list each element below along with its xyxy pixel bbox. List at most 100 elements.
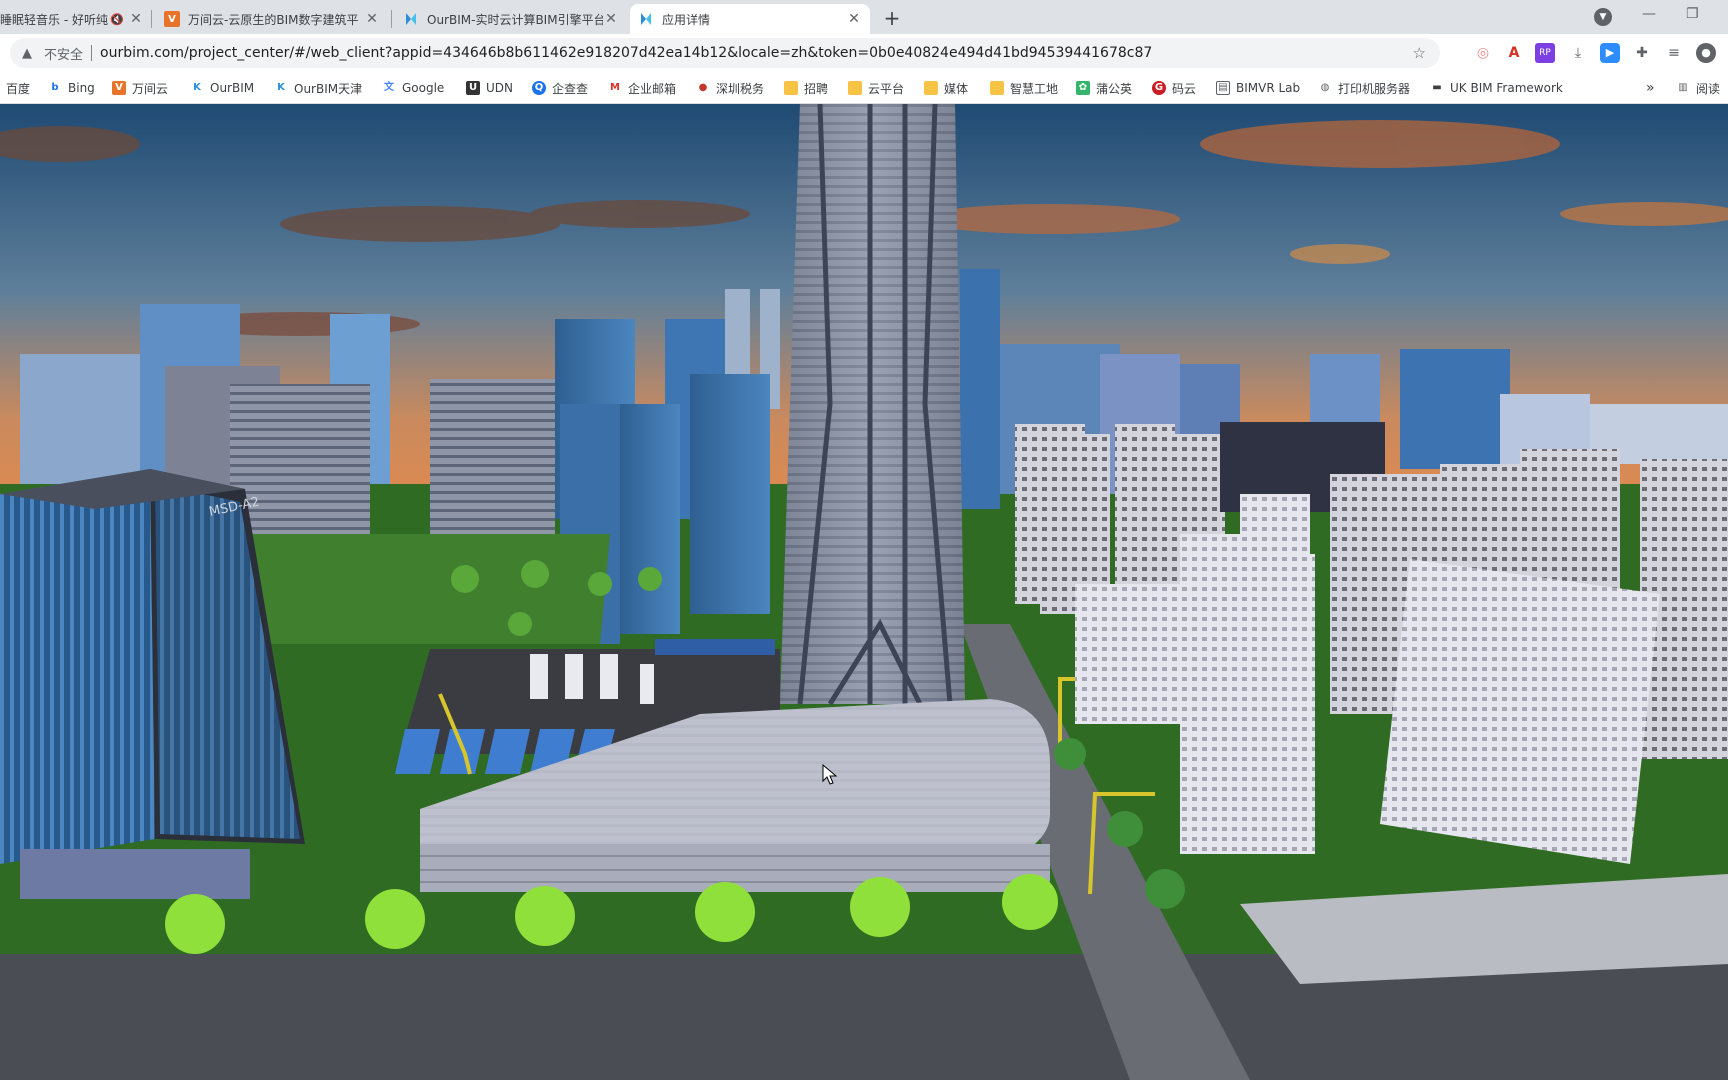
minimize-icon[interactable]: — xyxy=(1642,6,1656,22)
folder-icon xyxy=(924,81,938,95)
maximize-icon[interactable]: ❐ xyxy=(1686,6,1699,22)
bookmark-enterprise-mail[interactable]: M 企业邮箱 xyxy=(608,79,676,97)
bookmark-label: 万间云 xyxy=(132,81,169,96)
reading-list-label: 阅读 xyxy=(1696,81,1721,96)
bookmark-printer-server[interactable]: ◍ 打印机服务器 xyxy=(1318,79,1410,97)
bookmark-label: 云平台 xyxy=(868,81,905,96)
bookmark-label: 智慧工地 xyxy=(1010,81,1059,96)
bookmark-label: 打印机服务器 xyxy=(1338,81,1411,96)
close-tab-icon[interactable]: ✕ xyxy=(364,11,380,27)
new-tab-button[interactable]: + xyxy=(880,6,904,30)
page-icon: ▤ xyxy=(1216,81,1230,95)
bing-icon: b xyxy=(51,82,59,93)
folder-icon xyxy=(848,81,862,95)
bookmark-label: 深圳税务 xyxy=(716,81,765,96)
cat-extension-icon[interactable]: ◎ xyxy=(1473,43,1493,63)
bookmark-label: UK BIM Framework xyxy=(1450,81,1563,95)
city-scene[interactable]: MSD-A2 xyxy=(0,104,1728,1080)
bookmark-star-icon[interactable]: ☆ xyxy=(1413,44,1426,62)
tab-separator xyxy=(151,10,152,28)
warning-icon[interactable]: ▲ xyxy=(22,46,38,61)
globe-icon: ◍ xyxy=(1320,82,1330,93)
bookmark-label: OurBIM天津 xyxy=(294,81,363,96)
park xyxy=(250,534,610,644)
pgy-icon: ✿ xyxy=(1076,81,1090,95)
bookmark-label: 码云 xyxy=(1172,81,1197,96)
url-text[interactable]: ourbim.com/project_center/#/web_client?a… xyxy=(100,45,1152,61)
tab-wanjianyun[interactable]: V 万间云-云原生的BIM数字建筑平 ✕ xyxy=(156,4,388,34)
speaker-mute-icon[interactable]: 🔇 xyxy=(110,13,124,26)
tab-title: 应用详情 xyxy=(662,12,711,27)
page-icon: ▬ xyxy=(1432,82,1442,93)
bookmark-ourbim-tianjin[interactable]: K OurBIM天津 xyxy=(274,79,362,97)
bookmark-wanjianyun[interactable]: V 万间云 xyxy=(112,79,168,97)
download-icon[interactable]: ⤓ xyxy=(1568,43,1588,63)
ourbim-icon: K xyxy=(193,82,201,93)
zoom-extension-icon[interactable]: ▶ xyxy=(1600,43,1620,63)
bookmark-folder-cloud[interactable]: 云平台 xyxy=(848,79,904,97)
url-separator xyxy=(91,45,93,61)
tab-music[interactable]: 睡眠轻音乐 - 好听纯 🔇 ✕ xyxy=(0,4,152,34)
puzzle-extensions-icon[interactable]: ✚ xyxy=(1632,43,1652,63)
tax-icon: ● xyxy=(698,82,708,93)
tab-title: OurBIM-实时云计算BIM引擎平台 xyxy=(427,12,603,27)
ourbim-icon xyxy=(403,11,419,27)
xd-extension-icon[interactable]: RP xyxy=(1535,43,1555,63)
ourbim-icon xyxy=(638,11,654,27)
bookmark-ourbim[interactable]: K OurBIM xyxy=(190,79,254,97)
gitee-icon: G xyxy=(1152,81,1166,95)
tab-ourbim[interactable]: OurBIM-实时云计算BIM引擎平台 ✕ xyxy=(395,4,627,34)
profile-avatar-icon[interactable]: ● xyxy=(1696,43,1716,63)
bookmark-folder-recruit[interactable]: 招聘 xyxy=(784,79,828,97)
media-control-icon[interactable]: ≡ xyxy=(1664,43,1684,63)
qichacha-icon: Q xyxy=(532,81,546,95)
close-tab-icon[interactable]: ✕ xyxy=(846,11,862,27)
close-tab-icon[interactable]: ✕ xyxy=(603,11,619,27)
folder-icon xyxy=(784,81,798,95)
bookmark-bing[interactable]: b Bing xyxy=(48,79,95,97)
tab-separator xyxy=(391,10,392,28)
security-label[interactable]: 不安全 xyxy=(44,44,83,63)
tab-app-detail[interactable]: 应用详情 ✕ xyxy=(630,4,870,34)
wanjianyun-icon: V xyxy=(112,81,126,95)
wanjianyun-icon: V xyxy=(164,11,180,27)
bookmark-gitee[interactable]: G 码云 xyxy=(1152,79,1196,97)
bookmark-label: 蒲公英 xyxy=(1096,81,1133,96)
bookmark-label: OurBIM xyxy=(210,81,255,95)
ourbim-icon: K xyxy=(277,82,285,93)
bookmark-qichacha[interactable]: Q 企查查 xyxy=(532,79,588,97)
bookmark-label: 媒体 xyxy=(944,81,969,96)
bookmark-google[interactable]: 文 Google xyxy=(382,79,444,97)
reading-list-button[interactable]: ▥ 阅读 xyxy=(1676,79,1720,97)
tab-search-icon[interactable]: ▼ xyxy=(1594,8,1612,26)
bookmarks-bar: 百度 b Bing V 万间云 K OurBIM K OurBIM天津 文 Go… xyxy=(0,72,1728,104)
browser-toolbar: ▲ 不安全 ourbim.com/project_center/#/web_cl… xyxy=(0,34,1728,72)
bookmark-pgyer[interactable]: ✿ 蒲公英 xyxy=(1076,79,1132,97)
tab-strip: 睡眠轻音乐 - 好听纯 🔇 ✕ V 万间云-云原生的BIM数字建筑平 ✕ Our… xyxy=(0,0,1728,34)
reading-list-icon: ▥ xyxy=(1678,82,1688,93)
main-skyscraper[interactable] xyxy=(780,104,965,706)
bookmark-baidu[interactable]: 百度 xyxy=(6,79,30,97)
bookmark-label: UDN xyxy=(486,81,513,95)
bookmark-label: Google xyxy=(402,81,445,95)
bookmark-folder-media[interactable]: 媒体 xyxy=(924,79,968,97)
bookmark-label: BIMVR Lab xyxy=(1236,81,1301,95)
google-translate-icon: 文 xyxy=(384,82,394,93)
close-tab-icon[interactable]: ✕ xyxy=(128,11,144,27)
bookmark-label: 招聘 xyxy=(804,81,829,96)
bookmark-uk-bim-framework[interactable]: ▬ UK BIM Framework xyxy=(1430,79,1563,97)
pdf-extension-icon[interactable]: A xyxy=(1504,43,1524,63)
bookmark-folder-smart-site[interactable]: 智慧工地 xyxy=(990,79,1058,97)
bookmark-shenzhen-tax[interactable]: ● 深圳税务 xyxy=(696,79,764,97)
bookmark-label: 百度 xyxy=(6,81,31,96)
bookmarks-overflow-button[interactable]: » xyxy=(1646,79,1655,97)
bookmark-label: 企查查 xyxy=(552,81,589,96)
bookmark-label: 企业邮箱 xyxy=(628,81,677,96)
bookmark-bimvr-lab[interactable]: ▤ BIMVR Lab xyxy=(1216,79,1300,97)
bim-3d-viewport[interactable]: MSD-A2 xyxy=(0,104,1728,1080)
bookmark-udn[interactable]: U UDN xyxy=(466,79,513,97)
mail-icon: M xyxy=(610,82,620,93)
omnibox[interactable]: ▲ 不安全 ourbim.com/project_center/#/web_cl… xyxy=(10,38,1440,68)
bookmark-label: Bing xyxy=(68,81,95,95)
folder-icon xyxy=(990,81,1004,95)
